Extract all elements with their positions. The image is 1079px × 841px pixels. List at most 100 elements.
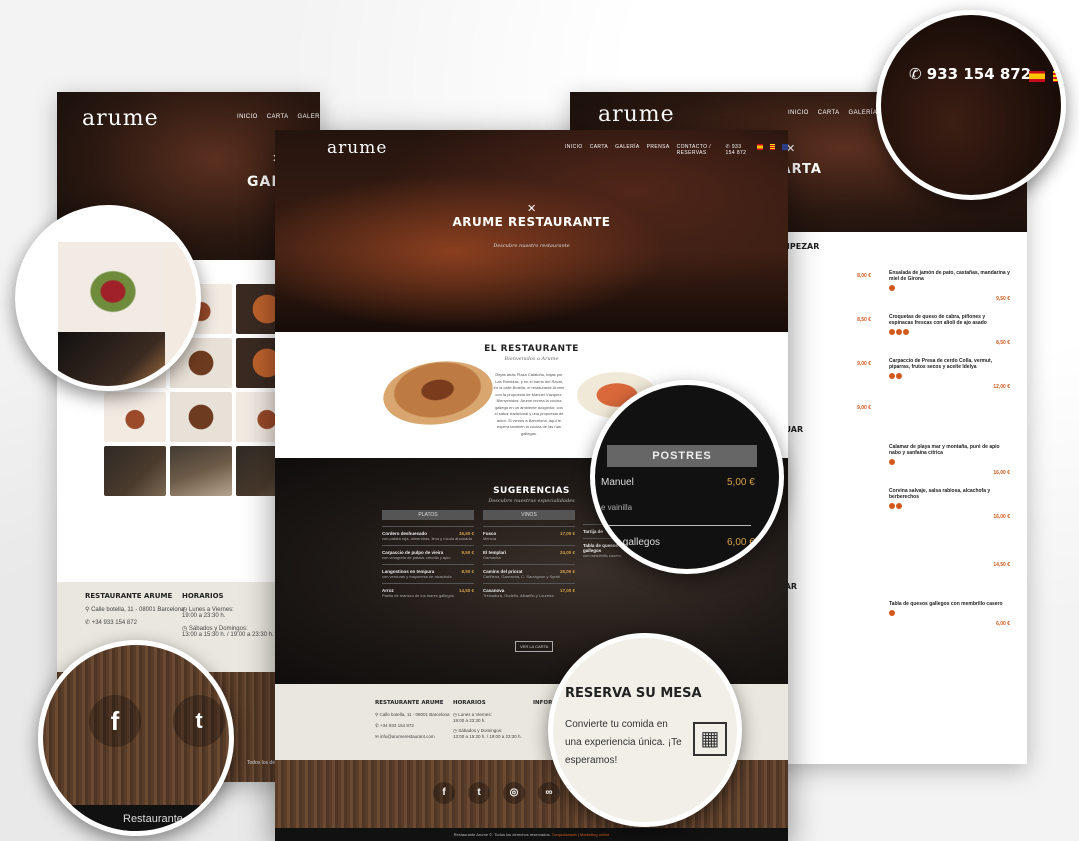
item-description: e vainilla: [601, 503, 633, 512]
menu-price: 9,50 €: [996, 296, 1010, 302]
logo[interactable]: arume: [327, 138, 387, 158]
logo[interactable]: arume: [598, 102, 675, 127]
section-text: Dejas atrás Plaza Cataluña, bajas por La…: [493, 372, 565, 436]
nav-galeria[interactable]: GALERÍA: [849, 110, 878, 116]
nav-inicio[interactable]: INICIO: [788, 110, 809, 116]
hours-weekdays: ◷ Lunes a Viernes: 19:00 a 23:30 h.: [453, 712, 492, 723]
nav-carta[interactable]: CARTA: [818, 110, 840, 116]
nav-prensa[interactable]: PRENSA: [647, 144, 670, 156]
column-header: VINOS: [483, 510, 575, 520]
allergen-icon: [896, 503, 902, 509]
zoom-postres: POSTRES Manuel 5,00 € e vainilla s galle…: [590, 380, 784, 574]
gallery-image[interactable]: [104, 446, 166, 496]
phone-number[interactable]: ✆ 933 154 872: [909, 65, 1031, 83]
copyright-text: Restaurante: [123, 813, 183, 825]
zoom-phone: ✆ 933 154 872: [876, 10, 1066, 200]
menu-section-sub: Primeros: [750, 253, 1010, 260]
gallery-image[interactable]: [170, 392, 232, 442]
phone[interactable]: ✆ +34 933 154 872: [85, 619, 184, 626]
allergen-icon: [889, 610, 895, 616]
nav-inicio[interactable]: INICIO: [565, 144, 583, 156]
gallery-image: [58, 242, 168, 332]
allergen-icon: [889, 285, 895, 291]
menu-item-name: Croquetas de queso de cabra, piñones y e…: [889, 314, 987, 326]
menu-list: PARA EMPEZAR Primeros 8,00 € Ensalada de…: [750, 242, 1010, 639]
menu-row: 8,00 € Ensalada de jamón de pato, castañ…: [750, 270, 1010, 302]
address: ⚲ Calle botella, 11 - 08001 Barcelona: [85, 607, 185, 613]
calendar-icon[interactable]: ▦: [693, 722, 727, 756]
nav-carta[interactable]: CARTA: [590, 144, 608, 156]
phone-number: 933 154 872: [725, 144, 747, 156]
facebook-icon[interactable]: f: [89, 695, 141, 747]
allergen-icon: [889, 503, 895, 509]
flag-es-icon[interactable]: [1029, 71, 1045, 82]
menu-price: 8,50 €: [996, 340, 1010, 346]
gallery-image: [165, 332, 196, 386]
menu-row: Corvina salvaje, salsa rabiosa, alcachof…: [750, 488, 1010, 520]
menu-item-name: Carpaccio de Presa de cerdo Colla, vermu…: [889, 358, 993, 370]
allergen-icon: [896, 329, 902, 335]
menu-section-title: DULCES: [750, 534, 1010, 543]
allergen-icon: [889, 459, 895, 465]
menu-item-name: Tabla de quesos gallegos con membrillo c…: [889, 601, 1003, 607]
list-item: Camins del priorat 25,00 € Cariñena, Garna…: [483, 564, 575, 583]
email-link[interactable]: ✉ info@arumerestaurant.com: [375, 734, 450, 740]
hero-title: ARUME RESTAURANTE: [452, 215, 611, 229]
gallery-image[interactable]: [104, 392, 166, 442]
menu-section: CONTINUAR Calamar de playa mar y montaña…: [750, 425, 1010, 520]
instagram-icon[interactable]: ◎: [503, 782, 525, 804]
list-item: Carpaccio de pulpo de vieira 9,50 € con vi…: [382, 545, 474, 564]
credit-link[interactable]: Turquoiseweb | Marketing online: [552, 832, 610, 837]
flag-es-icon[interactable]: [756, 144, 763, 150]
column-header: PLATOS: [382, 510, 474, 520]
gallery-image: [165, 242, 196, 332]
zoom-reserva: RESERVA SU MESA Convierte tu comida en u…: [548, 633, 742, 827]
menu-price: 14,50 €: [993, 562, 1010, 568]
list-item: Fusco 17,00 € Mencía: [483, 526, 575, 545]
flag-cat-icon[interactable]: [769, 144, 776, 150]
hours-weekend: ◷ Sábados y Domingos: 13:00 a 15:30 h. / …: [453, 728, 522, 739]
flag-uk-icon[interactable]: [782, 144, 788, 150]
nav-phone[interactable]: ✆ 933 154 872: [725, 144, 749, 156]
menu-row: 9,00 €: [750, 402, 1010, 411]
zoom-social: f t Restaurante: [38, 640, 234, 836]
list-item: Casanova 17,00 € Treixadura, Godello, Alba…: [483, 583, 575, 602]
phone[interactable]: ✆ +34 933 154 872: [375, 723, 450, 729]
nav-contacto[interactable]: CONTACTO / RESERVAS: [677, 144, 719, 156]
list-item: Langostinos en tempura 8,50 € con verduras…: [382, 564, 474, 583]
list-item: s gallegos: [615, 537, 661, 548]
menu-section: TERMINAR Tabla de quesos gallegos con me…: [750, 582, 1010, 627]
facebook-icon[interactable]: f: [433, 782, 455, 804]
copyright-bar: Restaurante Arume ©. Todos los derechos …: [275, 828, 788, 841]
cutlery-icon: ✕: [527, 203, 537, 215]
allergen-icon: [889, 329, 895, 335]
view-menu-button[interactable]: VER LA CARTA: [515, 641, 554, 652]
menu-price: 16,00 €: [993, 514, 1010, 520]
menu-price: 16,00 €: [993, 470, 1010, 476]
menu-item-name: Ensalada de jamón de pato, castañas, man…: [889, 270, 1010, 282]
menu-section-title: TERMINAR: [750, 582, 1010, 591]
allergen-icon: [896, 373, 902, 379]
tripadvisor-icon[interactable]: ∞: [538, 782, 560, 804]
nav-galeria[interactable]: GALERÍA: [615, 144, 639, 156]
logo[interactable]: arume: [82, 106, 159, 131]
platos-column: PLATOS Cordero deshuesado 16,50 € con pata…: [382, 510, 474, 602]
twitter-icon[interactable]: t: [173, 695, 225, 747]
menu-section-title: PARA EMPEZAR: [750, 242, 820, 251]
nav-inicio[interactable]: INICIO: [237, 114, 258, 133]
twitter-icon[interactable]: t: [468, 782, 490, 804]
zoom-gallery: [15, 205, 201, 391]
price: 6,00 €: [727, 537, 755, 548]
menu-item-name: Corvina salvaje, salsa rabiosa, alcachof…: [889, 488, 991, 500]
gallery-image: [58, 332, 168, 386]
menu-row: Calamar de playa mar y montaña, puré de …: [750, 444, 1010, 476]
gallery-image[interactable]: [170, 446, 232, 496]
section-subtitle: Bienvenidos a Arume: [504, 356, 559, 362]
allergen-icon: [903, 329, 909, 335]
menu-row: 9,00 € Carpaccio de Presa de cerdo Colla…: [750, 358, 1010, 390]
menu-section: DULCES por testigo 14,50 €: [750, 534, 1010, 568]
menu-item-name: Calamar de playa mar y montaña, puré de …: [889, 444, 1000, 456]
reserve-text: Convierte tu comida en una experiencia ú…: [565, 719, 682, 766]
main-nav: INICIO CARTA GALERÍA PRENSA CONTACTO / R…: [565, 144, 788, 156]
hours-weekend: ◷ Sábados y Domingos: 13:00 a 15:30 h. / …: [182, 626, 274, 638]
